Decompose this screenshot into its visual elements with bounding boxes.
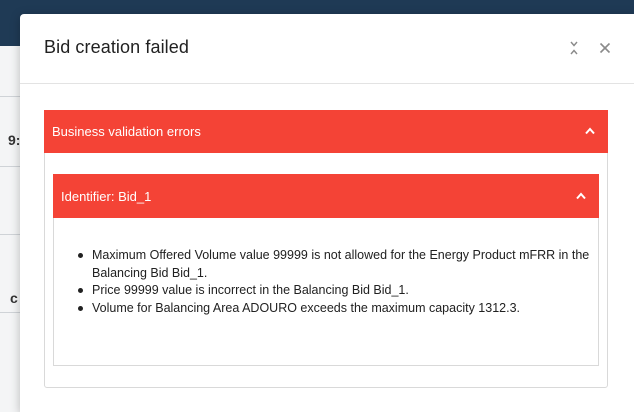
divider <box>0 234 20 235</box>
background-panel: 9: c <box>0 46 20 412</box>
collapse-arrows-icon[interactable] <box>564 38 584 58</box>
divider <box>0 312 20 313</box>
bid-identifier-title: Identifier: Bid_1 <box>61 188 152 204</box>
background-text: 9: <box>8 132 21 148</box>
dialog-title: Bid creation failed <box>44 37 189 57</box>
dialog-header: Bid creation failed <box>20 14 634 84</box>
close-icon[interactable] <box>595 38 615 58</box>
divider <box>0 96 20 97</box>
error-item: Maximum Offered Volume value 99999 is no… <box>76 247 596 282</box>
bid-error-dialog: Bid creation failed Business validation … <box>20 14 634 412</box>
business-validation-panel: Business validation errors Identifier: B… <box>44 110 608 388</box>
error-item: Volume for Balancing Area ADOURO exceeds… <box>76 300 596 318</box>
chevron-up-icon <box>576 192 586 200</box>
background-text: c <box>10 290 18 306</box>
business-validation-header[interactable]: Business validation errors <box>44 110 608 153</box>
divider <box>0 166 20 167</box>
chevron-up-icon <box>585 127 595 135</box>
business-validation-title: Business validation errors <box>52 124 201 139</box>
bid-identifier-header[interactable]: Identifier: Bid_1 <box>53 174 599 218</box>
error-list: Maximum Offered Volume value 99999 is no… <box>76 247 596 317</box>
bid-identifier-panel: Identifier: Bid_1 Maximum Offered Volume… <box>53 174 599 366</box>
error-item: Price 99999 value is incorrect in the Ba… <box>76 282 596 300</box>
